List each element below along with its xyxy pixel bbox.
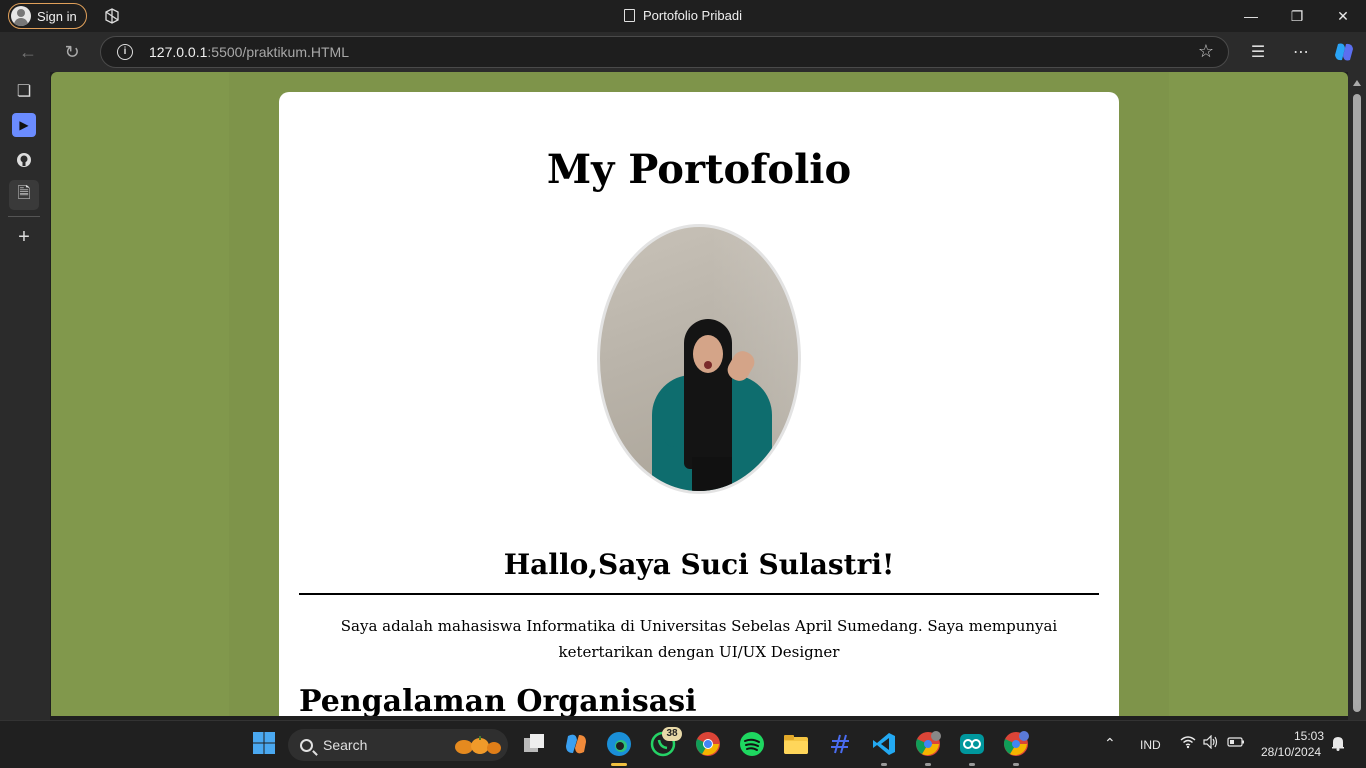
window-title: Portofolio Pribadi	[0, 8, 1366, 23]
scroll-thumb[interactable]	[1353, 94, 1361, 712]
taskbar-search-box[interactable]: Search	[288, 729, 508, 761]
show-hidden-icons-chevron-icon[interactable]: ⌃	[1104, 735, 1116, 752]
url-path: :5500/praktikum.HTML	[207, 44, 349, 60]
search-icon	[300, 738, 313, 752]
video-play-icon[interactable]: ▶	[9, 110, 39, 140]
page-document-icon	[624, 9, 635, 22]
greeting-heading: Hallo,Saya Suci Sulastri!	[503, 548, 895, 581]
search-label: Search	[323, 737, 368, 753]
photo-pants	[692, 457, 732, 491]
back-arrow-icon[interactable]: ←	[14, 38, 42, 66]
window-title-text: Portofolio Pribadi	[643, 8, 742, 23]
restore-button[interactable]: ❐	[1274, 0, 1320, 32]
photo-arm	[664, 387, 686, 447]
edge-running-indicator	[611, 763, 627, 766]
task-view-icon[interactable]	[521, 731, 547, 757]
section-heading: Pengalaman Organisasi	[299, 684, 697, 716]
add-icon[interactable]: +	[9, 222, 39, 252]
photo-mouth	[704, 361, 712, 369]
edge-browser-icon[interactable]	[606, 731, 632, 757]
chrome-profile-icon[interactable]	[915, 731, 941, 757]
portfolio-card: My Portofolio Hallo,Saya Suci Sulastri! …	[279, 92, 1119, 716]
github-icon[interactable]	[9, 145, 39, 175]
copilot-icon[interactable]	[1330, 38, 1358, 66]
favorite-star-icon[interactable]: ☆	[1198, 41, 1214, 62]
wifi-icon[interactable]	[1180, 735, 1196, 752]
scroll-down-arrow-icon[interactable]	[1353, 700, 1361, 706]
browser-toolbar: ← ↻ i 127.0.0.1:5500/praktikum.HTML ☆ ☰ …	[0, 32, 1366, 72]
windows-taskbar: Search 38 ⌃ IND 15:03 28/10/2024	[0, 720, 1366, 768]
sidebar-divider	[8, 216, 40, 217]
windows-start-icon[interactable]	[252, 731, 278, 757]
scroll-up-arrow-icon[interactable]	[1353, 80, 1361, 86]
language-indicator[interactable]: IND	[1140, 738, 1161, 752]
clock-time[interactable]: 15:03	[1294, 729, 1324, 743]
document-icon[interactable]: 🗎	[9, 180, 39, 210]
minimize-button[interactable]: —	[1228, 0, 1274, 32]
battery-icon[interactable]	[1227, 736, 1245, 751]
page-title: My Portofolio	[546, 146, 852, 193]
volume-icon[interactable]	[1203, 734, 1219, 752]
pumpkins-icon	[454, 735, 502, 755]
address-bar[interactable]: i 127.0.0.1:5500/praktikum.HTML ☆	[100, 36, 1229, 68]
arduino-running-indicator	[969, 763, 975, 766]
vscode-running-indicator	[881, 763, 887, 766]
title-bar: Sign in Portofolio Pribadi — ❐ ✕	[0, 0, 1366, 32]
chrome-icon[interactable]	[695, 731, 721, 757]
clock-date[interactable]: 28/10/2024	[1261, 745, 1321, 759]
chrome-second-profile-icon[interactable]	[1003, 731, 1029, 757]
chrome-profile-running-indicator	[925, 763, 931, 766]
url-host: 127.0.0.1	[149, 44, 208, 60]
spotify-icon[interactable]	[739, 731, 765, 757]
notes-app-icon[interactable]	[827, 731, 853, 757]
whatsapp-unread-badge: 38	[662, 727, 682, 741]
intro-paragraph: Saya adalah mahasiswa Informatika di Uni…	[340, 617, 1058, 661]
vscode-icon[interactable]	[871, 731, 897, 757]
notification-bell-icon[interactable]	[1331, 735, 1345, 754]
file-explorer-icon[interactable]	[783, 731, 809, 757]
arduino-icon[interactable]	[959, 731, 985, 757]
favorites-list-icon[interactable]: ☰	[1244, 38, 1272, 66]
more-options-icon[interactable]: ⋯	[1287, 38, 1315, 66]
close-window-button[interactable]: ✕	[1320, 0, 1366, 32]
page-scrollbar[interactable]	[1348, 72, 1366, 720]
heading-divider	[299, 593, 1099, 595]
url-text: 127.0.0.1:5500/praktikum.HTML	[149, 44, 349, 60]
refresh-icon[interactable]: ↻	[58, 38, 86, 66]
site-info-icon[interactable]: i	[117, 44, 133, 60]
copilot-taskbar-icon[interactable]	[563, 731, 589, 757]
chrome-second-running-indicator	[1013, 763, 1019, 766]
profile-photo	[597, 224, 801, 494]
page-viewport: My Portofolio Hallo,Saya Suci Sulastri! …	[51, 72, 1348, 716]
browser-sidebar: ❏ ▶ 🗎 +	[0, 72, 50, 720]
tab-actions-icon[interactable]: ❏	[9, 76, 39, 106]
